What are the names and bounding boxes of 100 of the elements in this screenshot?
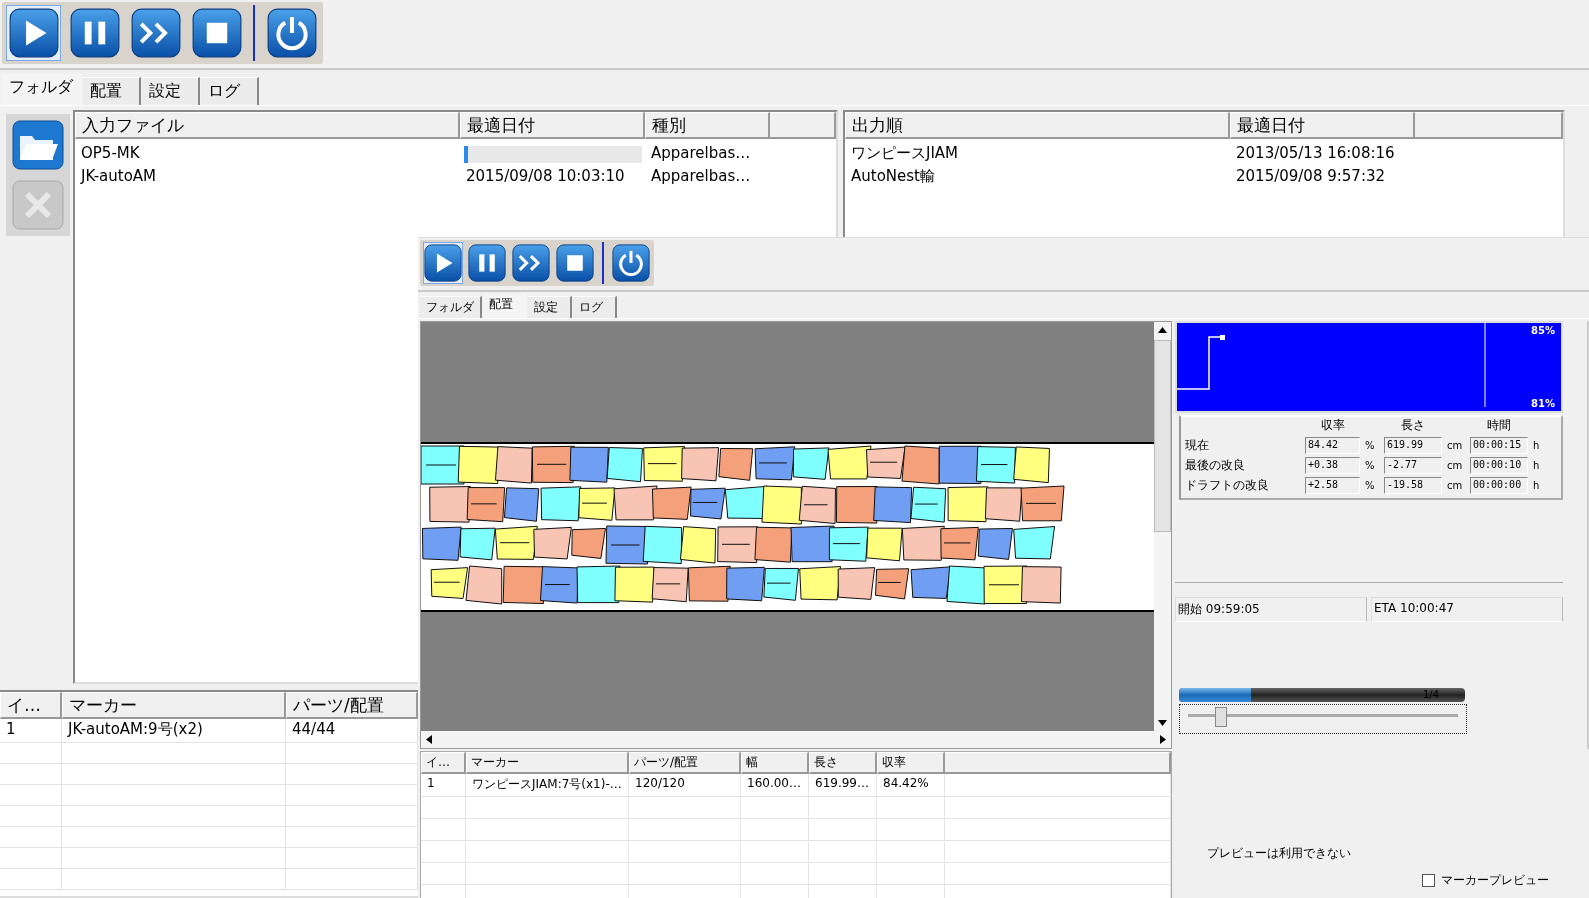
delete-icon xyxy=(12,180,64,230)
table-cell: 1 xyxy=(421,774,466,796)
tab[interactable]: フォルダ xyxy=(420,296,482,318)
column-header[interactable]: マーカー xyxy=(466,752,629,774)
column-header[interactable]: パーツ/配置 xyxy=(629,752,741,774)
table-cell: 1 xyxy=(0,719,62,742)
unit-label: % xyxy=(1364,480,1376,491)
power-button[interactable] xyxy=(264,5,319,61)
column-header[interactable]: 種別 xyxy=(645,112,770,139)
folder-icon xyxy=(12,120,64,170)
table-cell-text: JK-autoAM xyxy=(79,166,158,187)
stat-label: 現在 xyxy=(1185,437,1210,454)
table-cell-text: Apparelbas… xyxy=(650,143,752,164)
table-cell-text: 2015/09/08 9:57:32 xyxy=(1235,166,1387,187)
chart-max-label: 85% xyxy=(1531,325,1555,336)
pause-button[interactable] xyxy=(467,242,507,284)
pause-icon xyxy=(468,244,506,282)
column-header: 時間 xyxy=(1486,417,1512,434)
column-header[interactable]: 幅 xyxy=(741,752,809,774)
tab[interactable]: ログ xyxy=(573,296,617,318)
column-header: 長さ xyxy=(1400,417,1426,434)
fast-forward-button[interactable] xyxy=(511,242,551,284)
column-header: 収率 xyxy=(1319,417,1346,434)
fast-forward-icon xyxy=(130,8,181,58)
horizontal-scrollbar[interactable] xyxy=(421,731,1171,748)
stop-button[interactable] xyxy=(189,5,244,61)
scroll-right-icon[interactable] xyxy=(1160,735,1166,744)
tab[interactable]: 設定 xyxy=(528,296,572,318)
preview-message: プレビューは利用できない xyxy=(1207,845,1352,862)
chart-min-label: 81% xyxy=(1531,398,1555,409)
table-cell: 120/120 xyxy=(629,774,741,796)
value-field: 84.42 xyxy=(1305,437,1360,454)
column-header[interactable]: 入力ファイル xyxy=(75,112,460,139)
stat-label: 最後の改良 xyxy=(1185,457,1246,474)
value-field: 00:00:15 xyxy=(1470,437,1528,454)
table-cell: JK-autoAM:9号(x2) xyxy=(62,719,286,742)
column-header[interactable]: 出力順 xyxy=(845,112,1230,139)
value-field: +0.38 xyxy=(1305,457,1360,474)
stop-icon xyxy=(556,244,594,282)
table-cell: 619.99… xyxy=(809,774,877,796)
stop-button[interactable] xyxy=(555,242,595,284)
open-folder-button[interactable] xyxy=(10,118,66,172)
column-header[interactable]: 長さ xyxy=(809,752,877,774)
unit-label: % xyxy=(1364,440,1376,451)
tab[interactable]: 配置 xyxy=(83,77,141,105)
play-icon xyxy=(424,244,462,282)
unit-label: h xyxy=(1532,480,1541,491)
table-cell: ワンピースJIAM:7号(x1)-… xyxy=(466,774,629,796)
play-button[interactable] xyxy=(6,5,61,61)
scroll-down-icon[interactable] xyxy=(1158,720,1167,726)
table-cell-text: 2013/05/13 16:08:16 xyxy=(1235,143,1396,164)
eta-time: ETA 10:00:47 xyxy=(1371,597,1563,622)
value-field: 00:00:00 xyxy=(1470,477,1528,494)
column-header[interactable]: 最適日付 xyxy=(460,112,645,139)
stop-icon xyxy=(191,8,242,58)
power-icon xyxy=(266,8,317,58)
value-field: +2.58 xyxy=(1305,477,1360,494)
unit-label: cm xyxy=(1446,480,1464,491)
column-header[interactable]: 収率 xyxy=(877,752,945,774)
column-header[interactable]: マーカー xyxy=(62,692,286,719)
start-time: 開始 09:59:05 xyxy=(1175,597,1367,622)
slider-thumb[interactable] xyxy=(1215,707,1228,727)
power-button[interactable] xyxy=(611,242,651,284)
scrollbar-thumb[interactable] xyxy=(1154,340,1171,532)
table-cell: 160.00… xyxy=(741,774,809,796)
table-cell: 84.42% xyxy=(877,774,945,796)
tab[interactable]: 配置 xyxy=(483,294,527,318)
power-icon xyxy=(612,244,650,282)
fast-forward-button[interactable] xyxy=(128,5,183,61)
progress-text: 1/4 xyxy=(1422,688,1439,702)
table-cell-text: ワンピースJIAM xyxy=(850,143,960,164)
pause-icon xyxy=(69,8,120,58)
unit-label: h xyxy=(1532,460,1541,471)
pause-button[interactable] xyxy=(67,5,122,61)
stat-label: ドラフトの改良 xyxy=(1185,477,1270,494)
fast-forward-icon xyxy=(512,244,550,282)
unit-label: % xyxy=(1364,460,1376,471)
value-field: 619.99 xyxy=(1384,437,1442,454)
table-cell-text: AutoNest輸 xyxy=(850,166,936,187)
value-field: -2.77 xyxy=(1384,457,1442,474)
play-button[interactable] xyxy=(423,242,463,284)
unit-label: cm xyxy=(1446,440,1464,451)
table-cell-text: OP5-MK xyxy=(80,143,141,164)
scroll-left-icon[interactable] xyxy=(426,735,432,744)
scroll-up-icon[interactable] xyxy=(1158,327,1167,333)
value-field: 00:00:10 xyxy=(1470,457,1528,474)
column-header[interactable]: イ… xyxy=(421,752,466,774)
checkbox[interactable] xyxy=(1422,874,1435,887)
tab[interactable]: 設定 xyxy=(142,77,200,105)
table-cell-text: 2015/09/08 10:03:10 xyxy=(465,166,626,187)
value-field: -19.58 xyxy=(1384,477,1442,494)
play-icon xyxy=(8,8,59,58)
table-cell-text: Apparelbas… xyxy=(650,166,752,187)
unit-label: cm xyxy=(1446,460,1464,471)
tab[interactable]: フォルダ xyxy=(2,74,82,105)
column-header[interactable]: イ… xyxy=(0,692,62,719)
unit-label: h xyxy=(1532,440,1541,451)
vertical-scrollbar[interactable] xyxy=(1154,322,1171,731)
column-header[interactable]: 最適日付 xyxy=(1230,112,1415,139)
tab[interactable]: ログ xyxy=(201,77,259,105)
